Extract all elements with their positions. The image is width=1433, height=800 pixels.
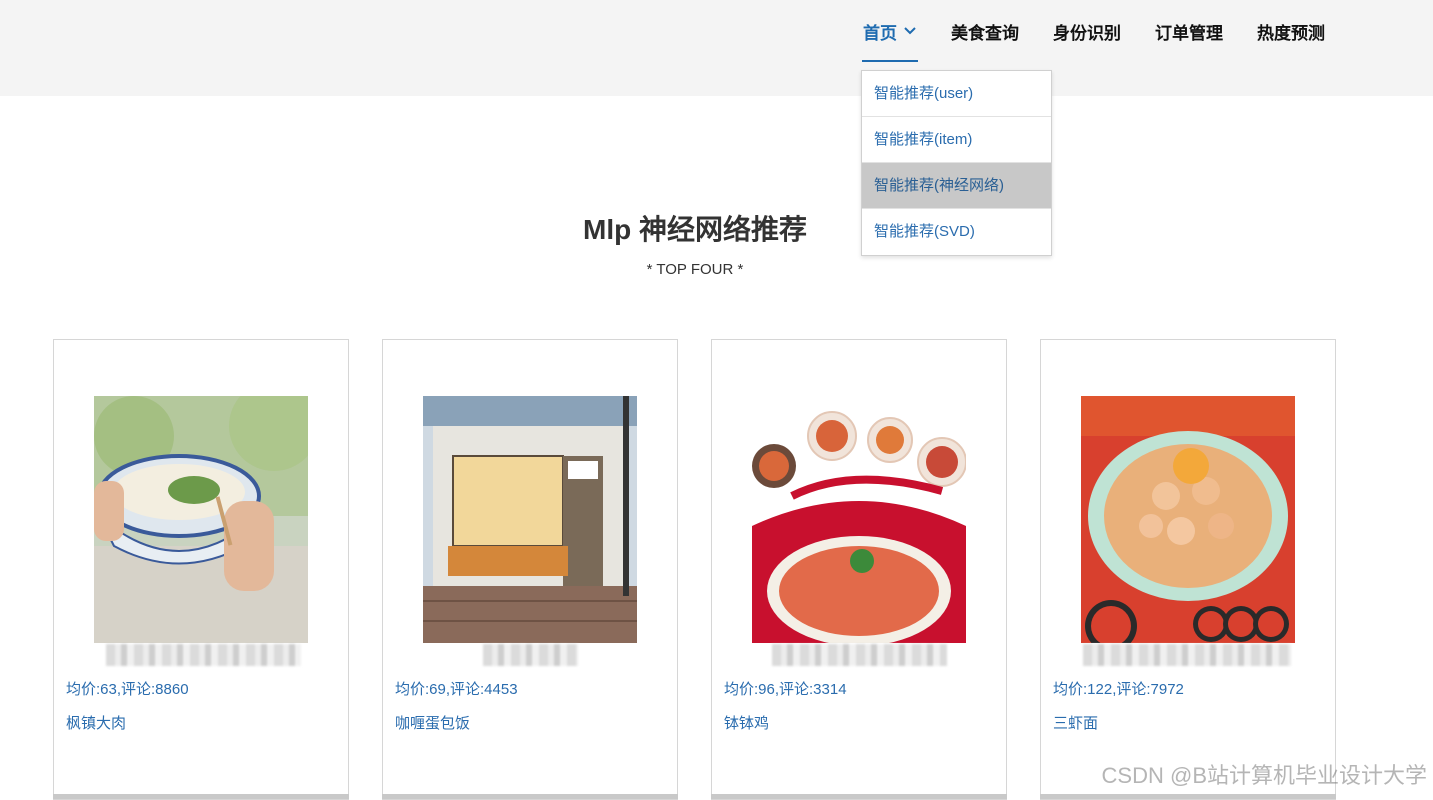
food-price-comments: 均价:122,评论:7972 xyxy=(1053,681,1184,698)
food-card[interactable]: 均价:122,评论:7972 三虾面 xyxy=(1040,339,1336,800)
dropdown-item-recommend-user[interactable]: 智能推荐(user) xyxy=(862,71,1051,117)
food-image[interactable] xyxy=(752,396,966,643)
food-name-link[interactable]: 钵钵鸡 xyxy=(724,712,769,733)
page-subtitle: * TOP FOUR * xyxy=(646,261,744,278)
nav-item-label: 热度预测 xyxy=(1257,23,1325,43)
nav-item-orders[interactable]: 订单管理 xyxy=(1138,0,1240,62)
chevron-down-icon xyxy=(904,27,916,35)
food-price-comments: 均价:63,评论:8860 xyxy=(66,681,189,698)
blurred-caption xyxy=(483,644,578,666)
nav-item-heat-forecast[interactable]: 热度预测 xyxy=(1240,0,1342,62)
nav-item-home[interactable]: 首页 xyxy=(846,0,934,62)
food-image[interactable] xyxy=(94,396,308,643)
nav-item-label: 美食查询 xyxy=(951,23,1019,43)
watermark: CSDN @B站计算机毕业设计大学 xyxy=(1101,763,1427,788)
nav-item-identity[interactable]: 身份识别 xyxy=(1036,0,1138,62)
food-card[interactable]: 均价:96,评论:3314 钵钵鸡 xyxy=(711,339,1007,800)
blurred-caption xyxy=(772,644,947,666)
food-name-link[interactable]: 三虾面 xyxy=(1053,712,1098,733)
dropdown-item-recommend-item[interactable]: 智能推荐(item) xyxy=(862,117,1051,163)
food-name-link[interactable]: 枫镇大肉 xyxy=(66,712,126,733)
food-price-comments: 均价:69,评论:4453 xyxy=(395,681,518,698)
food-image[interactable] xyxy=(1081,396,1295,643)
blurred-caption xyxy=(106,644,301,666)
page-title: Mlp 神经网络推荐 xyxy=(583,214,807,245)
dropdown-item-recommend-neural[interactable]: 智能推荐(神经网络) xyxy=(862,163,1051,209)
blurred-caption xyxy=(1083,644,1291,666)
top-header: 首页 美食查询 身份识别 订单管理 热度预测 xyxy=(0,0,1433,96)
food-price-comments: 均价:96,评论:3314 xyxy=(724,681,847,698)
nav-item-food-search[interactable]: 美食查询 xyxy=(934,0,1036,62)
food-image[interactable] xyxy=(423,396,637,643)
nav-item-label: 订单管理 xyxy=(1155,23,1223,43)
nav-item-label: 身份识别 xyxy=(1053,23,1121,43)
food-name-link[interactable]: 咖喱蛋包饭 xyxy=(395,712,470,733)
food-card[interactable]: 均价:69,评论:4453 咖喱蛋包饭 xyxy=(382,339,678,800)
nav-item-label: 首页 xyxy=(863,23,897,43)
main-nav: 首页 美食查询 身份识别 订单管理 热度预测 xyxy=(846,0,1342,62)
food-card[interactable]: 均价:63,评论:8860 枫镇大肉 xyxy=(53,339,349,800)
